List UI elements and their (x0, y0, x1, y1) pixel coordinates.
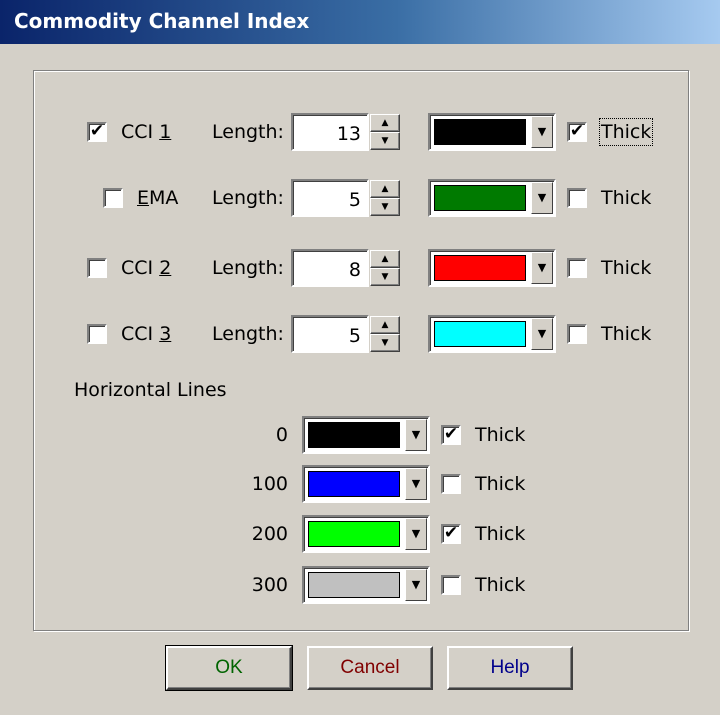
cci2-dropdown-icon[interactable]: ▼ (531, 252, 553, 284)
horizontal-lines-heading: Horizontal Lines (74, 379, 227, 401)
ema-length-label: Length: (212, 187, 284, 209)
hline-0-thick-checkbox[interactable]: ✔ (441, 425, 461, 445)
hline-0-dropdown-icon[interactable]: ▼ (405, 419, 427, 451)
hline-0-thick-label[interactable]: Thick (475, 423, 525, 447)
cci2-thick-checkbox[interactable] (567, 258, 587, 278)
cci2-checkbox[interactable] (87, 258, 107, 278)
cci2-thick-label[interactable]: Thick (601, 256, 651, 280)
cci1-length-label: Length: (212, 121, 284, 143)
cci3-label-accel: 3 (159, 323, 172, 345)
hline-200-thick-checkbox[interactable]: ✔ (441, 524, 461, 544)
cci3-checkbox[interactable] (87, 324, 107, 344)
ok-button[interactable]: OK (165, 645, 293, 691)
cci1-label-accel: 1 (159, 121, 172, 143)
hline-100-color-select[interactable]: ▼ (302, 465, 430, 503)
cci3-thick-label[interactable]: Thick (601, 322, 651, 346)
ema-label-accel: E (137, 187, 150, 209)
hline-200-color-swatch (308, 521, 400, 547)
ema-spin-up-icon[interactable]: ▲ (370, 180, 400, 198)
ema-thick-checkbox[interactable] (567, 188, 587, 208)
cci1-dropdown-icon[interactable]: ▼ (531, 116, 553, 148)
hline-200-dropdown-icon[interactable]: ▼ (405, 518, 427, 550)
cci2-length-input[interactable]: 8 (291, 249, 369, 287)
hline-300-value: 300 (251, 574, 288, 596)
cci2-label-accel: 2 (159, 257, 172, 279)
cci3-label-prefix: CCI (121, 323, 160, 345)
cci1-spin-down-icon[interactable]: ▼ (370, 132, 400, 150)
cci3-spin-up-icon[interactable]: ▲ (370, 316, 400, 334)
hline-0-color-select[interactable]: ▼ (302, 416, 430, 454)
cci1-checkbox[interactable]: ✔ (87, 122, 107, 142)
cci3-length-label: Length: (212, 323, 284, 345)
ema-checkbox[interactable] (103, 188, 123, 208)
hline-100-thick-label[interactable]: Thick (475, 472, 525, 496)
window-title: Commodity Channel Index (14, 9, 310, 33)
cci3-label[interactable]: CCI 3 (121, 322, 171, 346)
hline-200-value: 200 (251, 523, 288, 545)
cci1-thick-label[interactable]: Thick (598, 118, 654, 146)
cancel-button[interactable]: Cancel (307, 646, 433, 690)
cci3-color-swatch (434, 321, 526, 347)
ema-spin-down-icon[interactable]: ▼ (370, 198, 400, 216)
cci1-length-input[interactable]: 13 (291, 113, 369, 151)
ema-thick-label[interactable]: Thick (601, 186, 651, 210)
cci3-length-input[interactable]: 5 (291, 315, 369, 353)
cci1-label-prefix: CCI (121, 121, 160, 143)
ema-length-input[interactable]: 5 (291, 179, 369, 217)
hline-0-value: 0 (275, 424, 288, 446)
title-bar: Commodity Channel Index (0, 0, 720, 44)
cci2-label[interactable]: CCI 2 (121, 256, 171, 280)
help-button[interactable]: Help (447, 646, 573, 690)
cci1-color-swatch (434, 119, 526, 145)
ema-color-swatch (434, 185, 526, 211)
cci3-color-select[interactable]: ▼ (428, 315, 556, 353)
ema-dropdown-icon[interactable]: ▼ (531, 182, 553, 214)
cci2-color-select[interactable]: ▼ (428, 249, 556, 287)
cci1-thick-checkbox[interactable]: ✔ (567, 122, 587, 142)
hline-300-thick-checkbox[interactable] (441, 575, 461, 595)
cci2-length-label: Length: (212, 257, 284, 279)
cci3-dropdown-icon[interactable]: ▼ (531, 318, 553, 350)
cci2-label-prefix: CCI (121, 257, 160, 279)
hline-300-dropdown-icon[interactable]: ▼ (405, 569, 427, 601)
cci1-color-select[interactable]: ▼ (428, 113, 556, 151)
cci3-spin-down-icon[interactable]: ▼ (370, 334, 400, 352)
ema-label-suffix: MA (149, 187, 179, 209)
hline-0-color-swatch (308, 422, 400, 448)
hline-100-value: 100 (251, 473, 288, 495)
hline-100-thick-checkbox[interactable] (441, 474, 461, 494)
cci3-thick-checkbox[interactable] (567, 324, 587, 344)
cci2-color-swatch (434, 255, 526, 281)
hline-200-color-select[interactable]: ▼ (302, 515, 430, 553)
cci1-spin-up-icon[interactable]: ▲ (370, 114, 400, 132)
cci1-label[interactable]: CCI 1 (121, 120, 171, 144)
hline-300-color-select[interactable]: ▼ (302, 566, 430, 604)
hline-100-color-swatch (308, 471, 400, 497)
hline-100-dropdown-icon[interactable]: ▼ (405, 468, 427, 500)
hline-300-color-swatch (308, 572, 400, 598)
hline-200-thick-label[interactable]: Thick (475, 522, 525, 546)
cci2-spin-down-icon[interactable]: ▼ (370, 268, 400, 286)
hline-300-thick-label[interactable]: Thick (475, 573, 525, 597)
ema-label[interactable]: EMA (137, 186, 178, 210)
ema-color-select[interactable]: ▼ (428, 179, 556, 217)
cci2-spin-up-icon[interactable]: ▲ (370, 250, 400, 268)
